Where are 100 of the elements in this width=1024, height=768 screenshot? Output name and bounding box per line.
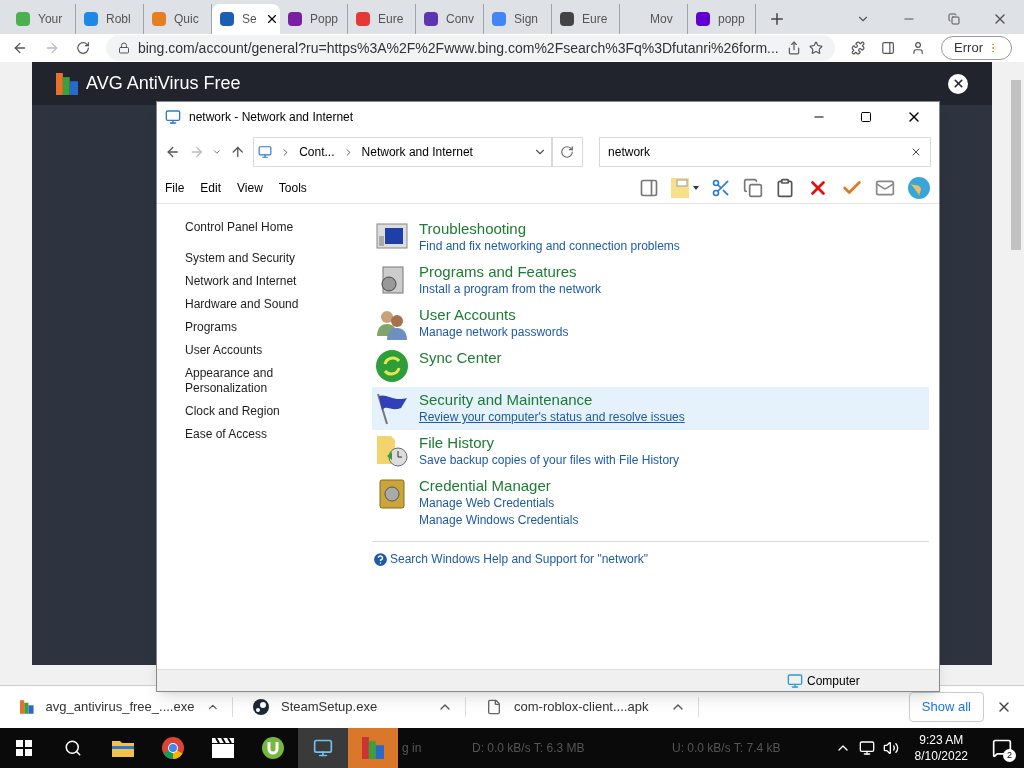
tab-title: Eure (582, 11, 608, 28)
sync-icon (375, 349, 409, 383)
network-icon[interactable] (858, 740, 875, 756)
avg-logo-icon (56, 72, 78, 95)
tab-title: Robl (106, 11, 131, 28)
sidebar-link[interactable]: Network and Internet (185, 274, 313, 289)
task-link[interactable]: Find and fix networking and connection problems (419, 238, 680, 255)
refresh-icon (560, 145, 575, 159)
address-field[interactable]: Cont... Network and Internet (253, 137, 552, 167)
result-item[interactable]: Troubleshooting Find and fix networking and connection problems (372, 216, 929, 259)
category-title[interactable]: Credential Manager (419, 477, 579, 495)
category-title[interactable]: User Accounts (419, 306, 569, 324)
task-link[interactable]: Manage Windows Credentials (419, 512, 579, 529)
menu-item[interactable]: Tools (278, 178, 307, 197)
status-text: Computer (807, 672, 860, 690)
computer-icon (787, 672, 803, 689)
dialog-title: AVG AntiVirus Free (86, 72, 241, 95)
volume-icon[interactable] (882, 740, 899, 756)
result-item[interactable]: Credential Manager Manage Web Credentials Manage Windows Credentials (372, 473, 929, 533)
sidebar-link[interactable]: Appearance and Personalization (185, 366, 313, 396)
taskbar-app[interactable] (298, 728, 348, 768)
category-title[interactable]: Troubleshooting (419, 220, 680, 238)
task-link[interactable]: Save backup copies of your files with File History (419, 452, 680, 469)
chrome-logo-icon[interactable] (162, 737, 184, 759)
bookmark-star-icon[interactable] (808, 41, 823, 55)
sidebar-link[interactable]: System and Security (185, 251, 313, 266)
category-title[interactable]: File History (419, 434, 680, 452)
sidebar-link[interactable]: Hardware and Sound (185, 297, 313, 312)
overlay-text: g in (402, 740, 423, 757)
extensions-icon[interactable] (850, 40, 865, 56)
overlay-text: D: 0.0 kB/s T: 6.3 MB (472, 740, 586, 757)
sidebar-link[interactable]: Clock and Region (185, 404, 313, 419)
folder-icon[interactable] (112, 739, 134, 757)
sidebar-link[interactable]: Programs (185, 320, 313, 335)
result-item[interactable]: Sync Center (372, 345, 929, 387)
cut-icon[interactable] (711, 177, 731, 198)
refresh-button[interactable] (551, 137, 584, 167)
search-field[interactable]: network (599, 137, 931, 167)
menu-item[interactable]: View (237, 178, 263, 197)
paste-icon[interactable] (775, 177, 795, 198)
result-item[interactable]: Programs and Features Install a program from the network (372, 259, 929, 302)
browser-tab[interactable]: Se (212, 4, 280, 34)
category-title[interactable]: Sync Center (419, 349, 502, 367)
task-link[interactable]: Manage Web Credentials (419, 495, 579, 512)
close-icon[interactable] (948, 73, 968, 94)
breadcrumb-item[interactable]: Network and Internet (361, 143, 473, 161)
task-link[interactable]: Manage network passwords (419, 324, 569, 341)
copy-icon[interactable] (743, 177, 763, 198)
search-value: network (608, 144, 652, 161)
tab-title: popp (718, 11, 745, 28)
clock-date: 8/10/2022 (914, 748, 968, 764)
globe-icon[interactable] (907, 175, 931, 200)
result-item[interactable]: User Accounts Manage network passwords (372, 302, 929, 345)
tab-title: Eure (378, 11, 404, 28)
flag-icon (375, 391, 409, 425)
clapperboard-icon[interactable] (212, 738, 234, 758)
windows-logo-icon[interactable] (16, 740, 32, 756)
result-item[interactable]: Security and Maintenance Review your computer's status and resolve issues (372, 387, 929, 430)
url-text: bing.com/account/general?ru=https%3A%2F%2Fwww.bing.com%2Fsearch%3Fq%3Dfutanri%26form... (137, 38, 779, 58)
utorrent-logo-icon[interactable] (262, 737, 284, 759)
share-icon[interactable] (786, 41, 801, 55)
tab-title: Sign (514, 11, 539, 28)
file-icon (486, 699, 502, 715)
avg-logo-icon (20, 699, 34, 715)
control-panel-icon (258, 145, 273, 159)
layout-icon[interactable] (639, 177, 659, 198)
help-icon (372, 550, 389, 568)
download-item[interactable]: avg_antivirus_free_....exe (0, 697, 233, 717)
tab-title: Popp (310, 11, 339, 28)
restore-icon[interactable] (948, 13, 960, 25)
search-icon[interactable] (64, 739, 82, 757)
profile-icon[interactable] (910, 40, 926, 56)
download-item[interactable]: SteamSetup.exe (233, 697, 466, 717)
menu-item[interactable]: Edit (200, 178, 222, 197)
task-link[interactable]: Review your computer's status and resolve issues (419, 409, 685, 426)
tab-title: Your (38, 11, 63, 28)
maximize-icon[interactable] (860, 111, 872, 123)
breadcrumb-item[interactable]: Cont... (299, 143, 335, 161)
overlay-text: U: 0.0 kB/s T: 7.4 kB (672, 740, 781, 757)
lock-icon (117, 42, 130, 54)
sidebar-link[interactable]: Control Panel Home (185, 220, 372, 235)
reload-icon[interactable] (75, 40, 90, 56)
sidebar-link[interactable]: User Accounts (185, 343, 313, 358)
back-icon[interactable] (165, 144, 181, 160)
menu-item[interactable]: File (165, 178, 185, 197)
window-title: network - Network and Internet (189, 109, 354, 126)
help-link[interactable]: Search Windows Help and Support for "network" (390, 550, 648, 568)
category-title[interactable]: Security and Maintenance (419, 391, 685, 409)
side-panel-icon[interactable] (880, 40, 895, 56)
clock-time: 9:23 AM (919, 732, 964, 748)
task-link[interactable]: Install a program from the network (419, 281, 602, 298)
tab-title: Mov (650, 11, 673, 28)
download-item[interactable]: com-roblox-client....apk (466, 697, 699, 717)
address-field[interactable]: bing.com/account/general?ru=https%3A%2F%2Fwww.bing.com%2Fsearch%3Fq%3Dfutanri%26form... (105, 35, 835, 61)
tab-title: Conv (446, 11, 474, 28)
clear-icon[interactable] (910, 146, 922, 158)
new-tab-icon[interactable] (768, 10, 786, 28)
sidebar-link[interactable]: Ease of Access (185, 427, 313, 442)
category-title[interactable]: Programs and Features (419, 263, 602, 281)
result-item[interactable]: File History Save backup copies of your files with File History (372, 430, 929, 473)
